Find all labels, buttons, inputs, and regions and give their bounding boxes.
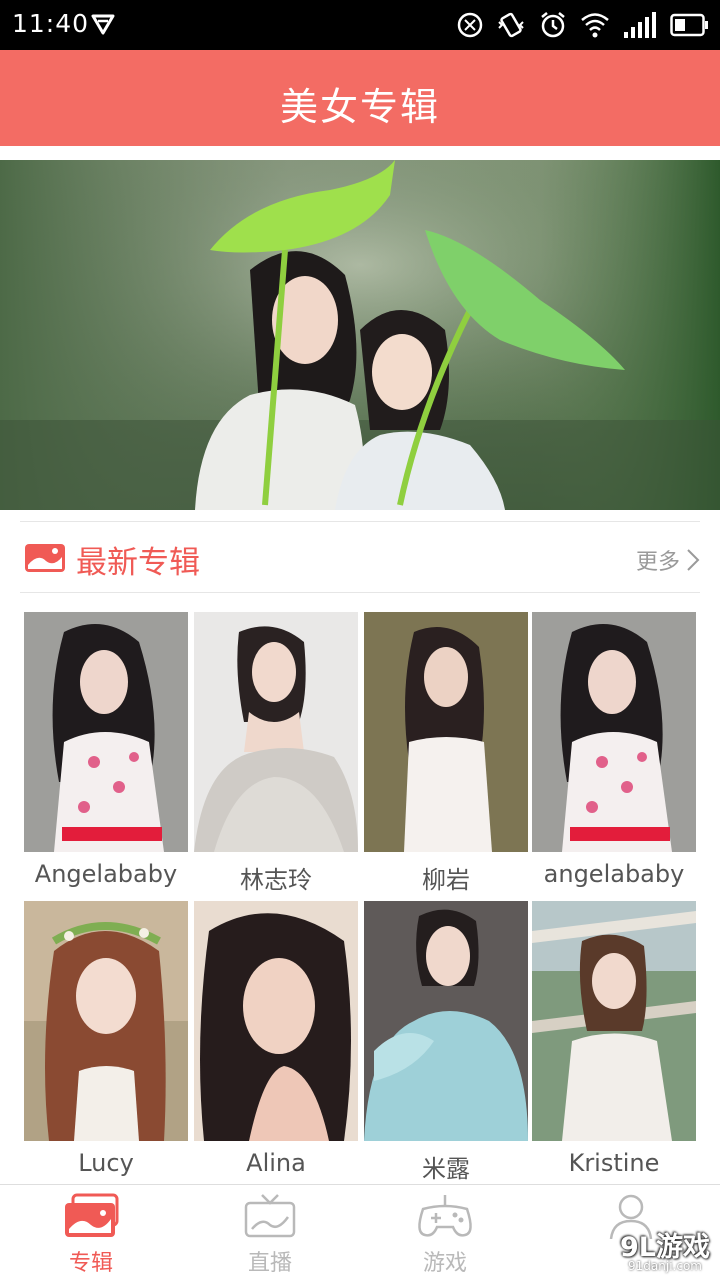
tab-live[interactable]: 直播: [210, 1185, 330, 1280]
album-thumbnail: [24, 901, 188, 1141]
page-title: 美女专辑: [279, 85, 440, 129]
album-thumbnail: [532, 901, 696, 1141]
tab-label: 游戏: [422, 1251, 467, 1276]
divider: [20, 592, 700, 593]
album-name: angelababy: [543, 860, 685, 888]
watermark-logo: 9L游戏 91danji.com: [604, 1225, 710, 1275]
vpn-shield-icon: [91, 14, 115, 35]
gamepad-icon: [418, 1195, 472, 1237]
album-thumbnail: [24, 612, 188, 852]
album-thumbnail: [364, 612, 528, 852]
section-header: 最新专辑 更多: [20, 522, 700, 592]
section-title: 最新专辑: [76, 545, 200, 581]
battery-icon: [670, 13, 708, 37]
album-icon: [25, 544, 65, 572]
chevron-right-icon: [687, 549, 700, 571]
vibrate-icon: [498, 12, 524, 38]
signal-icon: [624, 12, 656, 38]
alarm-icon: [541, 12, 565, 38]
status-time: 11:40: [12, 9, 90, 38]
album-thumbnail: [364, 901, 528, 1141]
status-icons: [456, 9, 708, 41]
tv-icon: [244, 1194, 296, 1238]
more-link[interactable]: 更多: [636, 544, 700, 576]
tab-label: 专辑: [68, 1251, 113, 1276]
more-label: 更多: [635, 550, 680, 575]
app-header: 美女专辑: [0, 50, 720, 146]
album-name: Angelababy: [34, 860, 178, 888]
status-bar: 11:40: [0, 0, 720, 50]
album-name: Lucy: [78, 1149, 134, 1177]
album-name: 米露: [422, 1155, 470, 1183]
nfc-icon: [457, 12, 483, 38]
album-thumbnail: [194, 612, 358, 852]
album-icon: [65, 1193, 119, 1237]
tab-label: 直播: [247, 1251, 292, 1276]
album-name: Kristine: [568, 1149, 660, 1177]
tab-games[interactable]: 游戏: [385, 1185, 505, 1280]
banner-image[interactable]: [0, 160, 720, 510]
album-name: 林志玲: [240, 866, 312, 894]
album-thumbnail: [194, 901, 358, 1141]
banner-photo: [0, 160, 720, 510]
album-thumbnail: [532, 612, 696, 852]
album-name: 柳岩: [422, 866, 470, 894]
album-name: Alina: [246, 1149, 306, 1177]
watermark-url: 91danji.com: [628, 1259, 702, 1273]
tab-album[interactable]: 专辑: [31, 1185, 151, 1280]
wifi-icon: [581, 13, 609, 38]
